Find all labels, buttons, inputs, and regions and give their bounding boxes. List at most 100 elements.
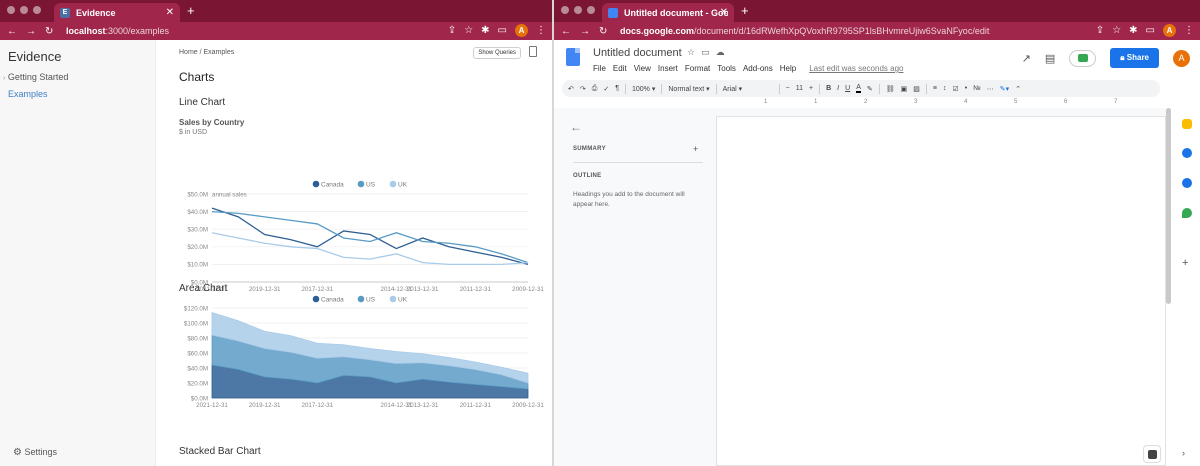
font-select[interactable]: Arial ▾ [723,85,773,93]
menu-add-ons[interactable]: Add-ons [743,64,773,73]
checklist-icon[interactable]: ☑ [952,85,958,93]
keep-icon[interactable] [1182,119,1192,129]
get-add-ons-icon[interactable]: + [1182,257,1188,269]
docs-logo-icon[interactable] [566,48,580,66]
insert-image-icon[interactable]: ▨ [913,85,920,93]
minimize-window-button[interactable] [20,6,28,14]
download-document-icon[interactable] [529,46,537,57]
minimize-window-button[interactable] [574,6,582,14]
profile-avatar[interactable]: A [515,24,528,37]
menu-insert[interactable]: Insert [658,64,678,73]
style-select[interactable]: Normal text ▾ [668,85,709,93]
print-icon[interactable]: ⎙ [592,85,598,93]
style-value: Normal text [668,85,705,93]
meet-button[interactable] [1069,49,1097,67]
back-arrow-icon[interactable]: ← [561,26,571,37]
share-page-icon[interactable]: ⇪ [1096,25,1104,36]
italic-button[interactable]: I [837,85,839,92]
bold-button[interactable]: B [826,85,831,92]
document-page[interactable] [716,116,1166,466]
new-tab-button[interactable]: + [741,3,749,18]
tab-evidence[interactable]: E Evidence ✕ [54,3,180,22]
sidebar-item-examples[interactable]: Examples [8,89,48,99]
ruler[interactable]: 1 1 2 3 4 5 6 7 [716,99,1156,107]
address-bar[interactable]: localhost:3000/examples [66,26,169,36]
show-queries-button[interactable]: Show Queries [473,47,521,59]
document-scrollbar[interactable] [1166,108,1171,304]
paint-format-icon[interactable]: ¶ [615,85,619,92]
add-summary-button[interactable]: + [693,144,698,154]
back-arrow-icon[interactable]: ← [7,26,17,37]
text-color-button[interactable]: A [856,84,861,93]
new-tab-button[interactable]: + [187,3,195,18]
insert-comment-icon[interactable]: ▣ [901,85,908,93]
reload-icon[interactable]: ↻ [45,26,53,37]
align-left-icon[interactable]: ≡ [933,85,937,92]
settings-link[interactable]: ⚙ Settings [13,447,57,458]
share-page-icon[interactable]: ⇪ [448,25,456,36]
activity-trend-icon[interactable]: ↗ [1022,52,1031,65]
explore-button[interactable] [1143,445,1161,463]
breadcrumb[interactable]: Home / Examples [179,49,234,56]
zoom-select[interactable]: 100% ▾ [632,85,655,93]
font-size-increase-button[interactable]: + [809,85,813,92]
back-arrow-icon[interactable]: ← [570,120,582,134]
zoom-window-button[interactable] [33,6,41,14]
gear-icon: ⚙ [13,447,22,458]
close-window-button[interactable] [7,6,15,14]
reload-icon[interactable]: ↻ [599,26,607,37]
close-window-button[interactable] [561,6,569,14]
move-folder-icon[interactable]: ▭ [701,47,710,58]
maps-icon[interactable] [1182,208,1192,218]
browser-menu-icon[interactable]: ⋮ [1184,25,1194,36]
sidebar-item-getting-started[interactable]: › Getting Started [3,72,68,82]
menu-edit[interactable]: Edit [613,64,627,73]
comments-icon[interactable]: ▤ [1045,52,1055,65]
tab-google-docs[interactable]: Untitled document - Google D ✕ [602,3,734,22]
undo-icon[interactable]: ↶ [568,85,574,93]
forward-arrow-icon[interactable]: → [26,26,36,37]
forward-arrow-icon[interactable]: → [580,26,590,37]
contacts-icon[interactable] [1182,178,1192,188]
close-tab-icon[interactable]: ✕ [720,7,728,18]
tasks-icon[interactable] [1182,148,1192,158]
editing-mode-icon[interactable]: ✎▾ [1000,85,1009,93]
bookmark-star-icon[interactable]: ☆ [464,25,473,36]
url-host: docs.google.com [620,26,695,36]
font-size-input[interactable]: 11 [796,85,803,92]
redo-icon[interactable]: ↷ [580,85,586,93]
sidebar-panel-icon[interactable]: ▭ [498,25,507,36]
collapse-menus-icon[interactable]: ⌃ [1015,85,1021,93]
extensions-puzzle-icon[interactable]: ✱ [1129,25,1137,36]
bookmark-star-icon[interactable]: ☆ [1112,25,1121,36]
bulleted-list-icon[interactable]: • [965,85,967,92]
share-button[interactable]: 🔒︎ Share [1110,48,1159,68]
highlight-pen-icon[interactable]: ✎ [867,85,873,93]
evidence-brand[interactable]: Evidence [8,49,61,64]
profile-avatar[interactable]: A [1163,24,1176,37]
more-icon[interactable]: ⋯ [987,85,994,93]
browser-menu-icon[interactable]: ⋮ [536,25,546,36]
last-edit-link[interactable]: Last edit was seconds ago [809,64,903,73]
line-spacing-icon[interactable]: ↕ [943,85,947,92]
insert-link-icon[interactable]: ⛓ [886,85,895,93]
close-tab-icon[interactable]: ✕ [166,7,174,18]
font-size-decrease-button[interactable]: − [786,85,790,92]
menu-tools[interactable]: Tools [717,64,736,73]
numbered-list-icon[interactable]: № [973,85,981,92]
menu-help[interactable]: Help [780,64,796,73]
menu-format[interactable]: Format [685,64,710,73]
document-title[interactable]: Untitled document [593,47,682,59]
address-bar[interactable]: docs.google.com/document/d/16dRWefhXpQVo… [620,26,989,36]
underline-button[interactable]: U [845,85,850,92]
spellcheck-icon[interactable]: ✓ [603,85,609,93]
account-avatar[interactable]: A [1173,49,1190,67]
show-side-panel-icon[interactable]: › [1182,448,1185,458]
menu-view[interactable]: View [634,64,651,73]
menu-file[interactable]: File [593,64,606,73]
sidebar-panel-icon[interactable]: ▭ [1146,25,1155,36]
star-icon[interactable]: ☆ [687,47,695,58]
extensions-puzzle-icon[interactable]: ✱ [481,25,489,36]
zoom-window-button[interactable] [587,6,595,14]
cloud-status-icon[interactable]: ☁ [716,47,725,58]
